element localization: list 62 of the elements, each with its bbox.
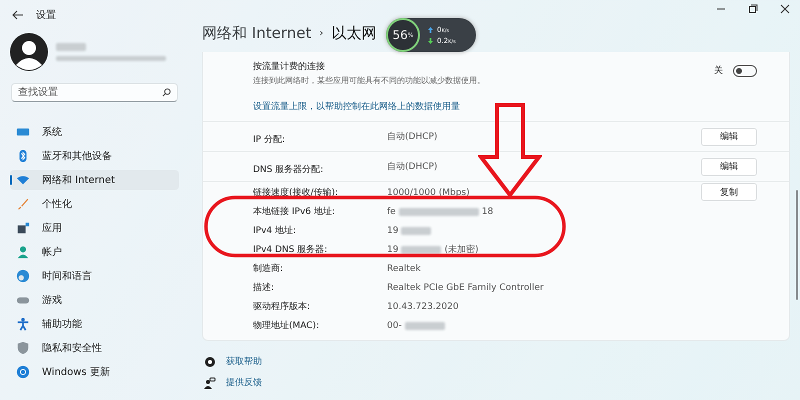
search-field[interactable]: 查找设置	[11, 83, 178, 102]
property-label: 制造商:	[253, 262, 284, 275]
accessibility-icon	[16, 317, 30, 331]
property-value: 19	[387, 226, 701, 236]
property-value: 00-	[387, 320, 701, 330]
breadcrumb-parent[interactable]: 网络和 Internet	[202, 24, 312, 42]
metered-toggle[interactable]	[733, 64, 757, 76]
nav-item[interactable]: Windows 更新	[10, 362, 179, 382]
nav-item[interactable]: 隐私和安全性	[10, 338, 179, 358]
property-value: 1000/1000 (Mbps)	[387, 188, 471, 198]
property-value: fe 18	[387, 206, 494, 216]
apps-icon	[16, 221, 30, 235]
setting-label: IP 分配:	[253, 135, 285, 145]
nav-item[interactable]: 帐户	[10, 242, 179, 262]
download-icon	[428, 38, 433, 44]
property-value: Realtek PCIe GbE Family Controller	[387, 282, 545, 292]
shield-icon	[16, 341, 30, 355]
property-value: 10.43.723.2020	[387, 302, 460, 312]
edit-button[interactable]: 编辑	[701, 158, 757, 176]
property-label: 本地链接 IPv6 地址:	[253, 206, 336, 218]
window-title: 设置	[36, 8, 56, 22]
setting-value: 自动(DHCP)	[387, 130, 438, 143]
nav-item[interactable]: 个性化	[10, 194, 179, 214]
toggle-state-label: 关	[714, 64, 723, 77]
data-limit-link[interactable]: 设置流量上限，以帮助控制在此网络上的数据使用量	[253, 100, 460, 113]
footer-link[interactable]: 提供反馈	[226, 376, 262, 389]
footer-link[interactable]: 获取帮助	[226, 355, 262, 368]
maximize-icon[interactable]	[748, 4, 758, 14]
wifi-icon	[16, 173, 30, 187]
nav-item[interactable]: 辅助功能	[10, 314, 179, 334]
property-label: 描述:	[253, 282, 276, 294]
back-arrow-icon[interactable]	[12, 10, 24, 20]
setting-value: 自动(DHCP)	[387, 160, 438, 173]
close-icon[interactable]	[780, 4, 790, 14]
property-value: Realtek	[387, 264, 422, 274]
property-label: 链接速度(接收/传输):	[253, 186, 340, 199]
property-label: 物理地址(MAC):	[253, 320, 320, 332]
avatar	[10, 33, 48, 71]
breadcrumb-separator: ›	[319, 28, 324, 38]
brush-icon	[16, 197, 30, 211]
nav-item[interactable]: 游戏	[10, 290, 179, 310]
property-label: IPv4 地址:	[253, 224, 298, 237]
nav-item[interactable]: 网络和 Internet	[10, 170, 179, 190]
feedback-icon	[204, 376, 216, 388]
search-icon	[162, 88, 171, 97]
nav-item[interactable]: 时间和语言	[10, 266, 179, 286]
person-icon	[16, 245, 30, 259]
upload-icon	[428, 26, 433, 32]
property-label: 驱动程序版本:	[253, 300, 312, 313]
property-label: IPv4 DNS 服务器:	[253, 244, 328, 256]
nav-item[interactable]: 蓝牙和其他设备	[10, 146, 179, 166]
page-title: 以太网	[331, 24, 376, 42]
setting-label: DNS 服务器分配:	[253, 165, 324, 175]
scrollbar[interactable]	[796, 190, 798, 300]
redacted-name	[56, 43, 86, 51]
metered-title: 按流量计费的连接	[253, 60, 326, 73]
edit-button[interactable]: 编辑	[701, 128, 757, 146]
copy-button[interactable]: 复制	[701, 183, 757, 201]
metered-description: 连接到此网络时，某些应用可能具有不同的功能以减少数据使用。	[253, 75, 486, 86]
property-value: 19 (未加密)	[387, 244, 480, 256]
nav-item[interactable]: 应用	[10, 218, 179, 238]
nav-item[interactable]: 系统	[10, 122, 179, 142]
